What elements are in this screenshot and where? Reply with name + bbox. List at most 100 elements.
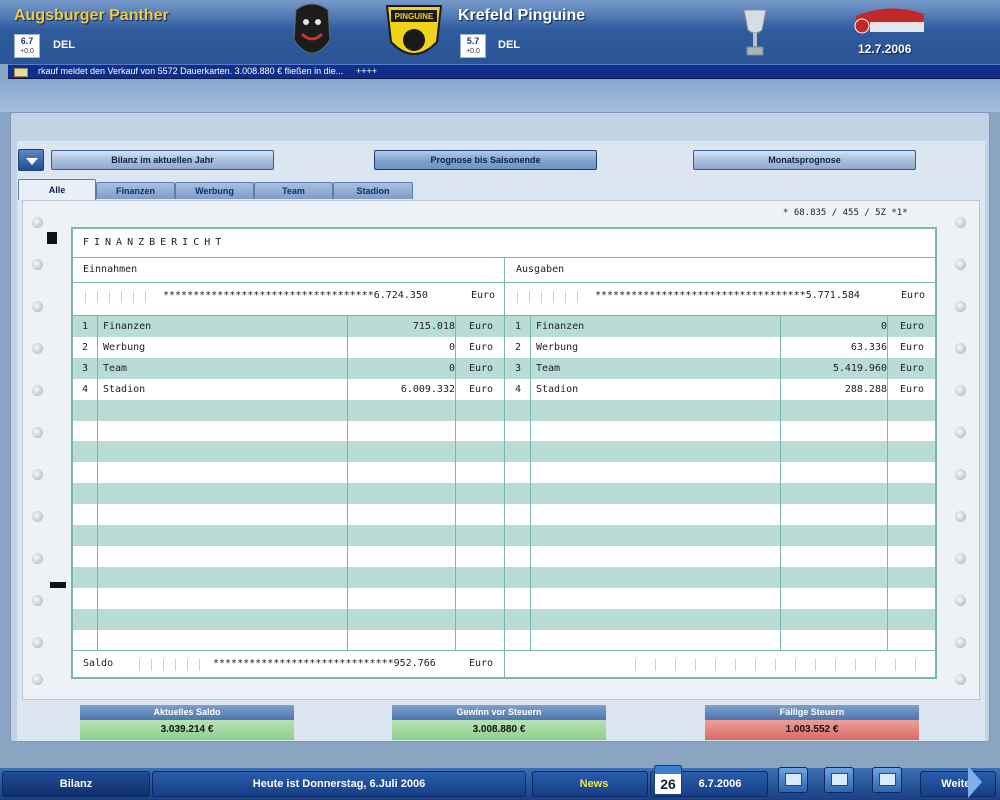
paper-hole xyxy=(955,301,966,312)
expenses-total-currency: Euro xyxy=(901,290,926,301)
paper-hole xyxy=(32,674,43,685)
paper-hole xyxy=(32,343,43,354)
income-row-currency: Euro xyxy=(469,384,494,395)
paper-hole xyxy=(955,385,966,396)
section-label: Bilanz xyxy=(2,771,150,797)
current-year-balance-button[interactable]: Bilanz im aktuellen Jahr xyxy=(51,150,274,170)
expense-row-number: 3 xyxy=(515,363,522,374)
monitor-icon[interactable] xyxy=(872,767,902,793)
report-serial: * 68.835 / 455 / 5Z *1* xyxy=(783,208,908,218)
expenses-total: ***********************************5.771… xyxy=(595,290,860,301)
saldo-currency: Euro xyxy=(469,658,494,669)
calendar-day: 26 xyxy=(660,776,676,792)
expense-row-name: Stadion xyxy=(536,384,579,395)
monthly-forecast-button[interactable]: Monatsprognose xyxy=(693,150,916,170)
dropdown-toggle-button[interactable] xyxy=(18,149,44,171)
paper-mark xyxy=(50,582,66,588)
pinguine-logo-icon: PINGUINE xyxy=(385,5,443,55)
current-balance-label: Aktuelles Saldo xyxy=(80,705,294,720)
tab-werbung[interactable]: Werbung xyxy=(175,182,254,199)
col-rule xyxy=(455,315,456,650)
expense-row-number: 4 xyxy=(515,384,522,395)
expense-row-value: 0 xyxy=(880,321,887,332)
expense-row-currency: Euro xyxy=(900,342,925,353)
tab-alle[interactable]: Alle xyxy=(18,179,96,200)
home-rating-badge: 6.7 +0.0 xyxy=(14,34,40,58)
income-row-currency: Euro xyxy=(469,363,494,374)
income-row-name: Werbung xyxy=(103,342,146,353)
income-row-name: Stadion xyxy=(103,384,146,395)
expense-row-currency: Euro xyxy=(900,321,925,332)
paper-hole xyxy=(32,427,43,438)
news-label: News xyxy=(579,778,609,790)
expense-row-value: 288.288 xyxy=(844,384,887,395)
income-total-currency: Euro xyxy=(471,290,496,301)
calendar-icon: 26 xyxy=(654,765,682,795)
current-balance-value: 3.039.214 € xyxy=(80,720,294,740)
paper-hole xyxy=(32,259,43,270)
col-rule xyxy=(97,315,98,650)
saldo-value: ******************************952.766 xyxy=(213,658,436,669)
forecast-season-button[interactable]: Prognose bis Saisonende xyxy=(374,150,597,170)
tab-finanzen[interactable]: Finanzen xyxy=(96,182,175,199)
news-button[interactable]: News xyxy=(532,771,648,797)
tick-marks xyxy=(79,291,159,303)
paper-hole xyxy=(955,427,966,438)
income-label: Einnahmen xyxy=(83,264,138,275)
income-row-name: Finanzen xyxy=(103,321,152,332)
income-row-number: 2 xyxy=(82,342,89,353)
income-row-name: Team xyxy=(103,363,128,374)
paper-hole xyxy=(32,301,43,312)
header-date: 12.7.2006 xyxy=(858,42,912,56)
home-rating: 6.7 xyxy=(20,36,34,46)
folder-icon[interactable] xyxy=(824,767,854,793)
tick-marks xyxy=(633,659,923,671)
paper-hole xyxy=(32,217,43,228)
news-ticker[interactable]: rkauf meldet den Verkauf von 5572 Dauerk… xyxy=(8,64,1000,79)
paper-mark xyxy=(47,232,57,244)
tab-team[interactable]: Team xyxy=(254,182,333,199)
income-row-value: 6.009.332 xyxy=(400,384,455,395)
expense-row-value: 5.419.960 xyxy=(832,363,887,374)
expense-row-currency: Euro xyxy=(900,384,925,395)
paper-hole xyxy=(32,469,43,480)
paper-hole xyxy=(955,595,966,606)
income-row-value: 0 xyxy=(448,342,455,353)
today-label: Heute ist Donnerstag, 6.Juli 2006 xyxy=(152,771,526,797)
paper-hole xyxy=(955,469,966,480)
taxes-due-label: Fällige Steuern xyxy=(705,705,919,720)
income-row-number: 4 xyxy=(82,384,89,395)
ticker-suffix: ++++ xyxy=(356,66,378,76)
tab-stadion[interactable]: Stadion xyxy=(333,182,413,199)
col-rule xyxy=(347,315,348,650)
paper-hole xyxy=(955,259,966,270)
col-rule xyxy=(530,315,531,650)
svg-text:PINGUINE: PINGUINE xyxy=(395,12,434,21)
eishockey-bundesliga-logo-icon xyxy=(854,8,924,34)
expense-row-number: 1 xyxy=(515,321,522,332)
away-team-name: Krefeld Pinguine xyxy=(458,7,586,24)
away-rating-delta: +0.0 xyxy=(466,48,480,55)
home-team-name: Augsburger Panther xyxy=(14,7,169,24)
expense-row-name: Team xyxy=(536,363,561,374)
paper-hole xyxy=(32,511,43,522)
next-button[interactable]: Weiter xyxy=(920,771,996,797)
panther-logo-icon xyxy=(293,3,331,54)
home-rating-delta: +0.0 xyxy=(20,48,34,55)
chevron-down-icon xyxy=(26,158,38,165)
mail-icon xyxy=(14,68,28,77)
center-divider xyxy=(504,257,505,677)
expense-row-name: Werbung xyxy=(536,342,579,353)
taxes-due-value: 1.003.552 € xyxy=(705,720,919,740)
income-total: ***********************************6.724… xyxy=(163,290,428,301)
taxes-due-box: Fällige Steuern 1.003.552 € xyxy=(705,705,919,740)
income-row-number: 3 xyxy=(82,363,89,374)
tick-marks xyxy=(133,659,213,671)
network-icon[interactable] xyxy=(778,767,808,793)
expense-row-value: 63.336 xyxy=(850,342,887,353)
saldo-label: Saldo xyxy=(83,658,114,669)
expense-row-number: 2 xyxy=(515,342,522,353)
paper-hole xyxy=(955,553,966,564)
home-league: DEL xyxy=(53,39,75,51)
calendar-icon-header xyxy=(655,766,681,774)
